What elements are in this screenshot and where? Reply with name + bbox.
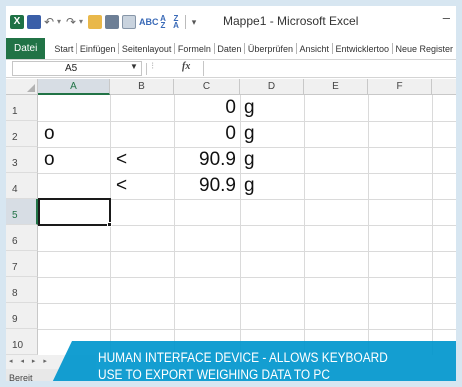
row-header-5[interactable]: 5 [6, 199, 38, 225]
cell-d1[interactable]: g [244, 97, 255, 119]
row-number: 10 [12, 340, 24, 351]
row-header-9[interactable]: 9 [6, 303, 38, 329]
column-header-f[interactable]: F [368, 79, 432, 95]
row-number: 2 [12, 132, 18, 143]
status-text: Bereit [9, 373, 33, 383]
minimize-button[interactable]: – [443, 10, 450, 25]
row-header-8[interactable]: 8 [6, 277, 38, 303]
tab-file[interactable]: Datei [6, 38, 46, 59]
gridline [38, 121, 456, 122]
sort-descending-icon[interactable]: ZA [171, 15, 181, 30]
gridline [38, 329, 456, 330]
column-header-g-partial[interactable] [432, 79, 456, 95]
row-number: 6 [12, 236, 18, 247]
row-number: 8 [12, 288, 18, 299]
customize-qat-icon[interactable]: ▾ [190, 15, 198, 29]
cell-d2[interactable]: g [244, 123, 255, 145]
formula-bar-divider [146, 63, 147, 75]
gridline [38, 251, 456, 252]
row-number: 4 [12, 184, 18, 195]
row-header-7[interactable]: 7 [6, 251, 38, 277]
tab-developer[interactable]: Entwicklertoo [332, 38, 392, 59]
row-number: 3 [12, 158, 18, 169]
name-box-dropdown-icon[interactable]: ▼ [130, 62, 138, 71]
row-header-2[interactable]: 2 [6, 121, 38, 147]
tab-start[interactable]: Start [51, 38, 76, 59]
tab-formulas[interactable]: Formeln [175, 38, 214, 59]
tab-page-layout[interactable]: Seitenlayout [119, 38, 175, 59]
select-all-button[interactable] [6, 79, 38, 95]
row-number: 7 [12, 262, 18, 273]
formula-bar-grip-icon[interactable]: ⁝ [151, 61, 154, 72]
cell-a2[interactable]: o [44, 123, 55, 145]
gridline [38, 147, 456, 148]
name-box[interactable]: A5 [12, 61, 142, 76]
column-header-b[interactable]: B [110, 79, 174, 95]
cell-d4[interactable]: g [244, 175, 255, 197]
tab-insert[interactable]: Einfügen [77, 38, 119, 59]
caption-text: HUMAN INTERFACE DEVICE - ALLOWS KEYBOARD… [98, 349, 388, 382]
cell-b3[interactable]: < [116, 149, 127, 171]
print-preview-icon[interactable] [122, 15, 136, 29]
gridline [38, 173, 456, 174]
spreadsheet-grid: A B C D E F 1 2 3 4 5 6 7 8 9 10 0 g o 0… [6, 79, 456, 355]
row-header-6[interactable]: 6 [6, 225, 38, 251]
redo-dropdown-icon[interactable]: ▾ [79, 15, 85, 29]
cell-c4[interactable]: 90.9 [174, 175, 236, 197]
formula-bar: A5 ▼ ⁝ fx [6, 60, 456, 78]
active-cell-a5[interactable] [38, 198, 111, 226]
save-icon[interactable] [27, 15, 41, 29]
ribbon-tabs: Datei Start Einfügen Seitenlayout Formel… [6, 38, 456, 60]
tab-view[interactable]: Ansicht [296, 38, 332, 59]
tab-review[interactable]: Überprüfen [245, 38, 296, 59]
excel-window: X ↶ ▾ ↷ ▾ ABC AZ ZA ▾ Mappe1 - Microsoft… [0, 0, 462, 387]
column-header-c[interactable]: C [174, 79, 240, 95]
toolbar-separator [185, 15, 186, 29]
cell-b4[interactable]: < [116, 175, 127, 197]
window-title: Mappe1 - Microsoft Excel [223, 14, 359, 28]
row-header-4[interactable]: 4 [6, 173, 38, 199]
excel-app-icon[interactable]: X [10, 15, 24, 29]
row-header-10[interactable]: 10 [6, 329, 38, 355]
cell-a3[interactable]: o [44, 149, 55, 171]
cell-c2[interactable]: 0 [174, 123, 236, 145]
undo-dropdown-icon[interactable]: ▾ [57, 15, 63, 29]
print-icon[interactable] [105, 15, 119, 29]
title-bar: X ↶ ▾ ↷ ▾ ABC AZ ZA ▾ Mappe1 - Microsoft… [6, 6, 456, 38]
column-header-a[interactable]: A [38, 79, 110, 95]
caption-line-2: USE TO EXPORT WEIGHING DATA TO PC [98, 367, 330, 382]
row-number: 9 [12, 314, 18, 325]
row-number: 1 [12, 106, 18, 117]
cell-c3[interactable]: 90.9 [174, 149, 236, 171]
row-number: 5 [12, 210, 18, 221]
column-header-d[interactable]: D [240, 79, 304, 95]
sort-ascending-icon[interactable]: AZ [158, 15, 168, 30]
select-all-triangle-icon [27, 84, 35, 92]
open-icon[interactable] [88, 15, 102, 29]
caption-banner: HUMAN INTERFACE DEVICE - ALLOWS KEYBOARD… [50, 341, 456, 382]
gridline [38, 303, 456, 304]
row-header-3[interactable]: 3 [6, 147, 38, 173]
gridline [38, 277, 456, 278]
caption-line-1: HUMAN INTERFACE DEVICE - ALLOWS KEYBOARD [98, 350, 388, 365]
tab-new-register[interactable]: Neue Register [392, 38, 456, 59]
quick-access-toolbar: X ↶ ▾ ↷ ▾ ABC AZ ZA ▾ [10, 13, 198, 31]
spelling-icon[interactable]: ABC [139, 15, 159, 29]
row-header-1[interactable]: 1 [6, 95, 38, 121]
tab-data[interactable]: Daten [214, 38, 244, 59]
column-header-e[interactable]: E [304, 79, 368, 95]
formula-input[interactable] [203, 61, 455, 76]
cell-d3[interactable]: g [244, 149, 255, 171]
redo-icon[interactable]: ↷ [66, 15, 76, 29]
cell-c1[interactable]: 0 [174, 97, 236, 119]
insert-function-icon[interactable]: fx [182, 61, 190, 72]
fill-handle[interactable] [107, 222, 112, 227]
undo-icon[interactable]: ↶ [44, 15, 54, 29]
